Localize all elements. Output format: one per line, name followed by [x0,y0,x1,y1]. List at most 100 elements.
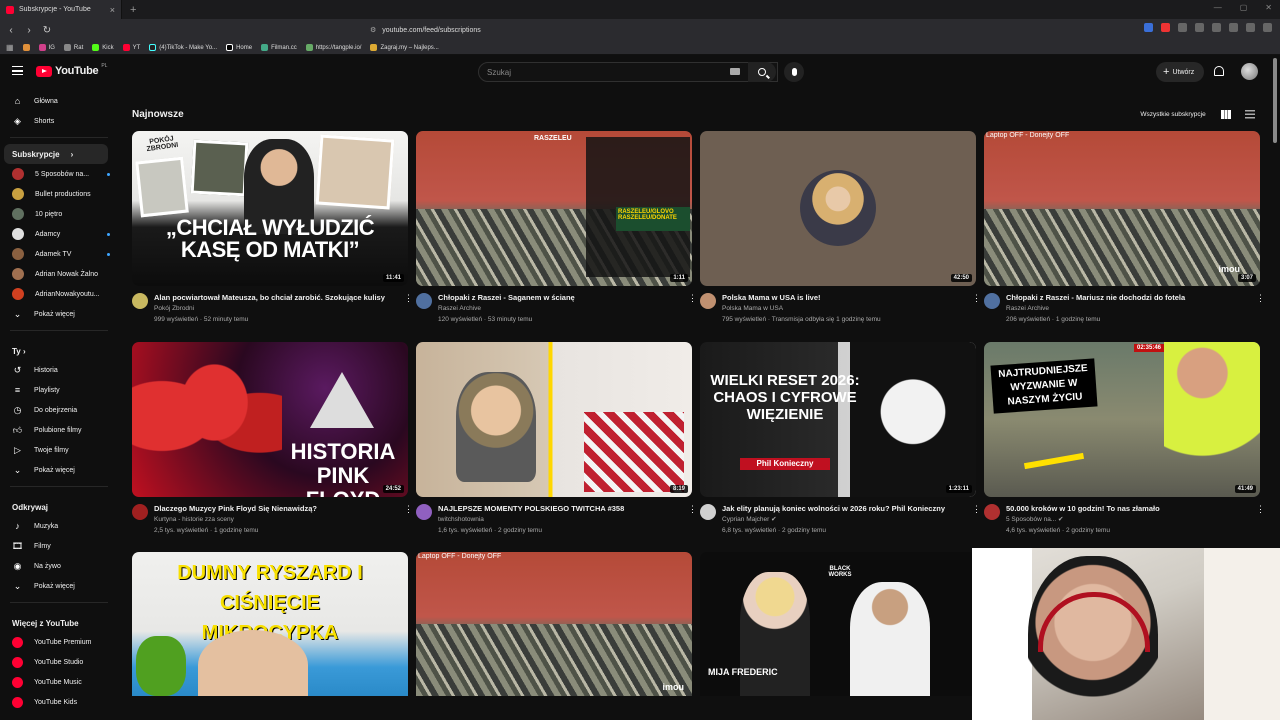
video-card[interactable]: WIELKI RESET 2026: CHAOS I CYFROWE WIĘZI… [700,342,981,536]
search-button[interactable] [748,62,776,82]
bookmark[interactable]: IG [38,44,55,51]
extension-icon[interactable] [1195,23,1204,32]
sidebar-item-you[interactable]: ≡ Playlisty [0,380,118,400]
channel-name[interactable]: Raszei Archive [438,303,682,314]
video-title[interactable]: Alan pocwiartował Mateusza, bo chciał za… [154,293,398,303]
video-card[interactable]: HISTORIA PINK FLOYD 24:52 Dlaczego Muzyc… [132,342,413,536]
video-card[interactable]: 42:50 Polska Mama w USA is live! Polska M… [700,131,981,325]
menu-icon[interactable] [1263,23,1272,32]
sidebar-show-more-subs[interactable]: ⌄ Pokaż więcej [0,304,118,324]
video-thumbnail[interactable]: Laptop OFF - Donejty OFF imou [416,552,692,696]
channel-avatar[interactable] [984,293,1000,309]
extension-icon[interactable] [1229,23,1238,32]
video-thumbnail[interactable]: DUMNY RYSZARD I CIŚNIĘCIE MIKROCYPKA [132,552,408,696]
sidebar-item-more[interactable]: YouTube Kids [0,692,118,712]
video-title[interactable]: Chłopaki z Raszei - Saganem w ścianę [438,293,682,303]
channel-avatar[interactable] [700,504,716,520]
more-vert-icon[interactable]: ⋮ [404,504,413,536]
bookmark[interactable]: Zagraj.my – Najleps... [370,44,439,51]
more-vert-icon[interactable]: ⋮ [1256,504,1265,536]
sidebar-item-subscriptions[interactable]: Subskrypcje › [4,144,108,164]
bookmark[interactable]: https://tangple.io/ [305,44,361,51]
video-thumbnail[interactable]: 42:50 [700,131,976,286]
bookmark[interactable]: Home [226,44,252,51]
video-title[interactable]: Dlaczego Muzycy Pink Floyd Się Nienawidz… [154,504,398,514]
close-tab-icon[interactable]: × [110,5,115,15]
extension-icon[interactable] [1144,23,1153,32]
keyboard-icon[interactable] [730,68,740,75]
extension-icon[interactable] [1161,23,1170,32]
channel-name[interactable]: Raszei Archive [1006,303,1250,314]
extension-icon[interactable] [1178,23,1187,32]
video-thumbnail[interactable]: MIJA FREDERIC BLACK WORKS [700,552,976,696]
sidebar-item-you[interactable]: 👍︎ Polubione filmy [0,420,118,440]
bookmark[interactable]: Filman.cc [261,44,297,51]
channel-avatar[interactable] [984,504,1000,520]
bookmark[interactable]: Kick [92,44,114,51]
list-view-icon[interactable] [1245,110,1255,119]
new-tab-icon[interactable]: + [130,4,136,16]
video-title[interactable]: Polska Mama w USA is live! [722,293,966,303]
sidebar-item-explore[interactable]: ♪ Muzyka [0,516,118,536]
sidebar-item-subscription[interactable]: Bullet productions [0,184,118,204]
sidebar-item-subscription[interactable]: 10 piętro [0,204,118,224]
sidebar-item-subscription[interactable]: Adamek TV [0,244,118,264]
video-title[interactable]: NAJLEPSZE MOMENTY POLSKIEGO TWITCHA #358 [438,504,682,514]
forward-icon[interactable]: › [22,25,36,36]
scrollbar[interactable] [1273,58,1277,143]
video-card[interactable]: MIJA FREDERIC BLACK WORKS [700,552,976,696]
back-icon[interactable]: ‹ [4,25,18,36]
channel-name[interactable]: 5 Sposobów na... ✔ [1006,514,1250,525]
sidebar-item-more[interactable]: YouTube Premium [0,632,118,652]
sidebar-item-subscription[interactable]: AdrianNowakyoutu... [0,284,118,304]
video-card[interactable]: NAJTRUDNIEJSZE WYZWANIE W NASZYM ŻYCIU 0… [984,342,1265,536]
more-vert-icon[interactable]: ⋮ [1256,293,1265,325]
video-card[interactable]: POKÓJ ZBRODNI „CHCIAŁ WYŁUDZIĆ KASĘ OD M… [132,131,413,325]
create-button[interactable]: + Utwórz [1156,62,1204,82]
video-card[interactable]: DUMNY RYSZARD I CIŚNIĘCIE MIKROCYPKA [132,552,408,696]
apps-icon[interactable]: ▦ [6,43,14,52]
video-card[interactable]: Laptop OFF - Donejty OFF imou [416,552,692,696]
sidebar-you-heading[interactable]: Ty › [0,337,118,360]
extension-icon[interactable] [1246,23,1255,32]
channel-avatar[interactable] [132,504,148,520]
video-thumbnail[interactable]: NAJTRUDNIEJSZE WYZWANIE W NASZYM ŻYCIU 0… [984,342,1260,497]
more-vert-icon[interactable]: ⋮ [404,293,413,325]
reload-icon[interactable]: ↻ [40,25,54,36]
bookmark[interactable] [22,44,30,51]
sidebar-item-you[interactable]: ↺ Historia [0,360,118,380]
bookmark[interactable]: (4)TikTok - Make Yo... [149,44,217,51]
channel-name[interactable]: Cyprian Majcher ✔ [722,514,966,525]
video-title[interactable]: 50.000 kroków w 10 godzin! To nas złamał… [1006,504,1250,514]
channel-avatar[interactable] [416,504,432,520]
site-info-icon[interactable]: ⚙ [370,26,376,34]
bookmark[interactable]: Rat [63,44,83,51]
video-thumbnail[interactable]: RASZELEU/GLOVO RASZELEU/DONATE RASZELEU 1… [416,131,692,286]
hamburger-menu-icon[interactable] [12,66,23,75]
sidebar-item-you[interactable]: ◷ Do obejrzenia [0,400,118,420]
sidebar-item-more[interactable]: YouTube Music [0,672,118,692]
video-thumbnail[interactable]: 8:19 [416,342,692,497]
sidebar-item-you[interactable]: ▷ Twoje filmy [0,440,118,460]
sidebar-item-subscription[interactable]: 5 Sposobów na... [0,164,118,184]
more-vert-icon[interactable]: ⋮ [972,504,981,536]
more-vert-icon[interactable]: ⋮ [972,293,981,325]
video-card[interactable]: 8:19 NAJLEPSZE MOMENTY POLSKIEGO TWITCHA… [416,342,697,536]
video-thumbnail[interactable]: Laptop OFF - Donejty OFF imou 3:07 [984,131,1260,286]
browser-tab[interactable]: Subskrypcje - YouTube × [0,0,122,19]
video-thumbnail[interactable]: HISTORIA PINK FLOYD 24:52 [132,342,408,497]
more-vert-icon[interactable]: ⋮ [688,504,697,536]
sidebar-item-subscription[interactable]: Adrian Nowak Żalno [0,264,118,284]
extension-icon[interactable] [1212,23,1221,32]
bookmark[interactable]: YT [122,44,140,51]
video-card[interactable]: RASZELEU/GLOVO RASZELEU/DONATE RASZELEU 1… [416,131,697,325]
close-window-icon[interactable]: ✕ [1265,3,1272,12]
more-vert-icon[interactable]: ⋮ [688,293,697,325]
voice-search-button[interactable] [784,62,804,82]
channel-avatar[interactable] [700,293,716,309]
address-bar[interactable]: ⚙ youtube.com/feed/subscriptions [370,21,910,39]
account-avatar[interactable] [1241,63,1258,80]
minimize-icon[interactable]: — [1214,3,1222,12]
sidebar-item-explore[interactable]: 🎞︎ Filmy [0,536,118,556]
sidebar-item-more[interactable]: YouTube Studio [0,652,118,672]
